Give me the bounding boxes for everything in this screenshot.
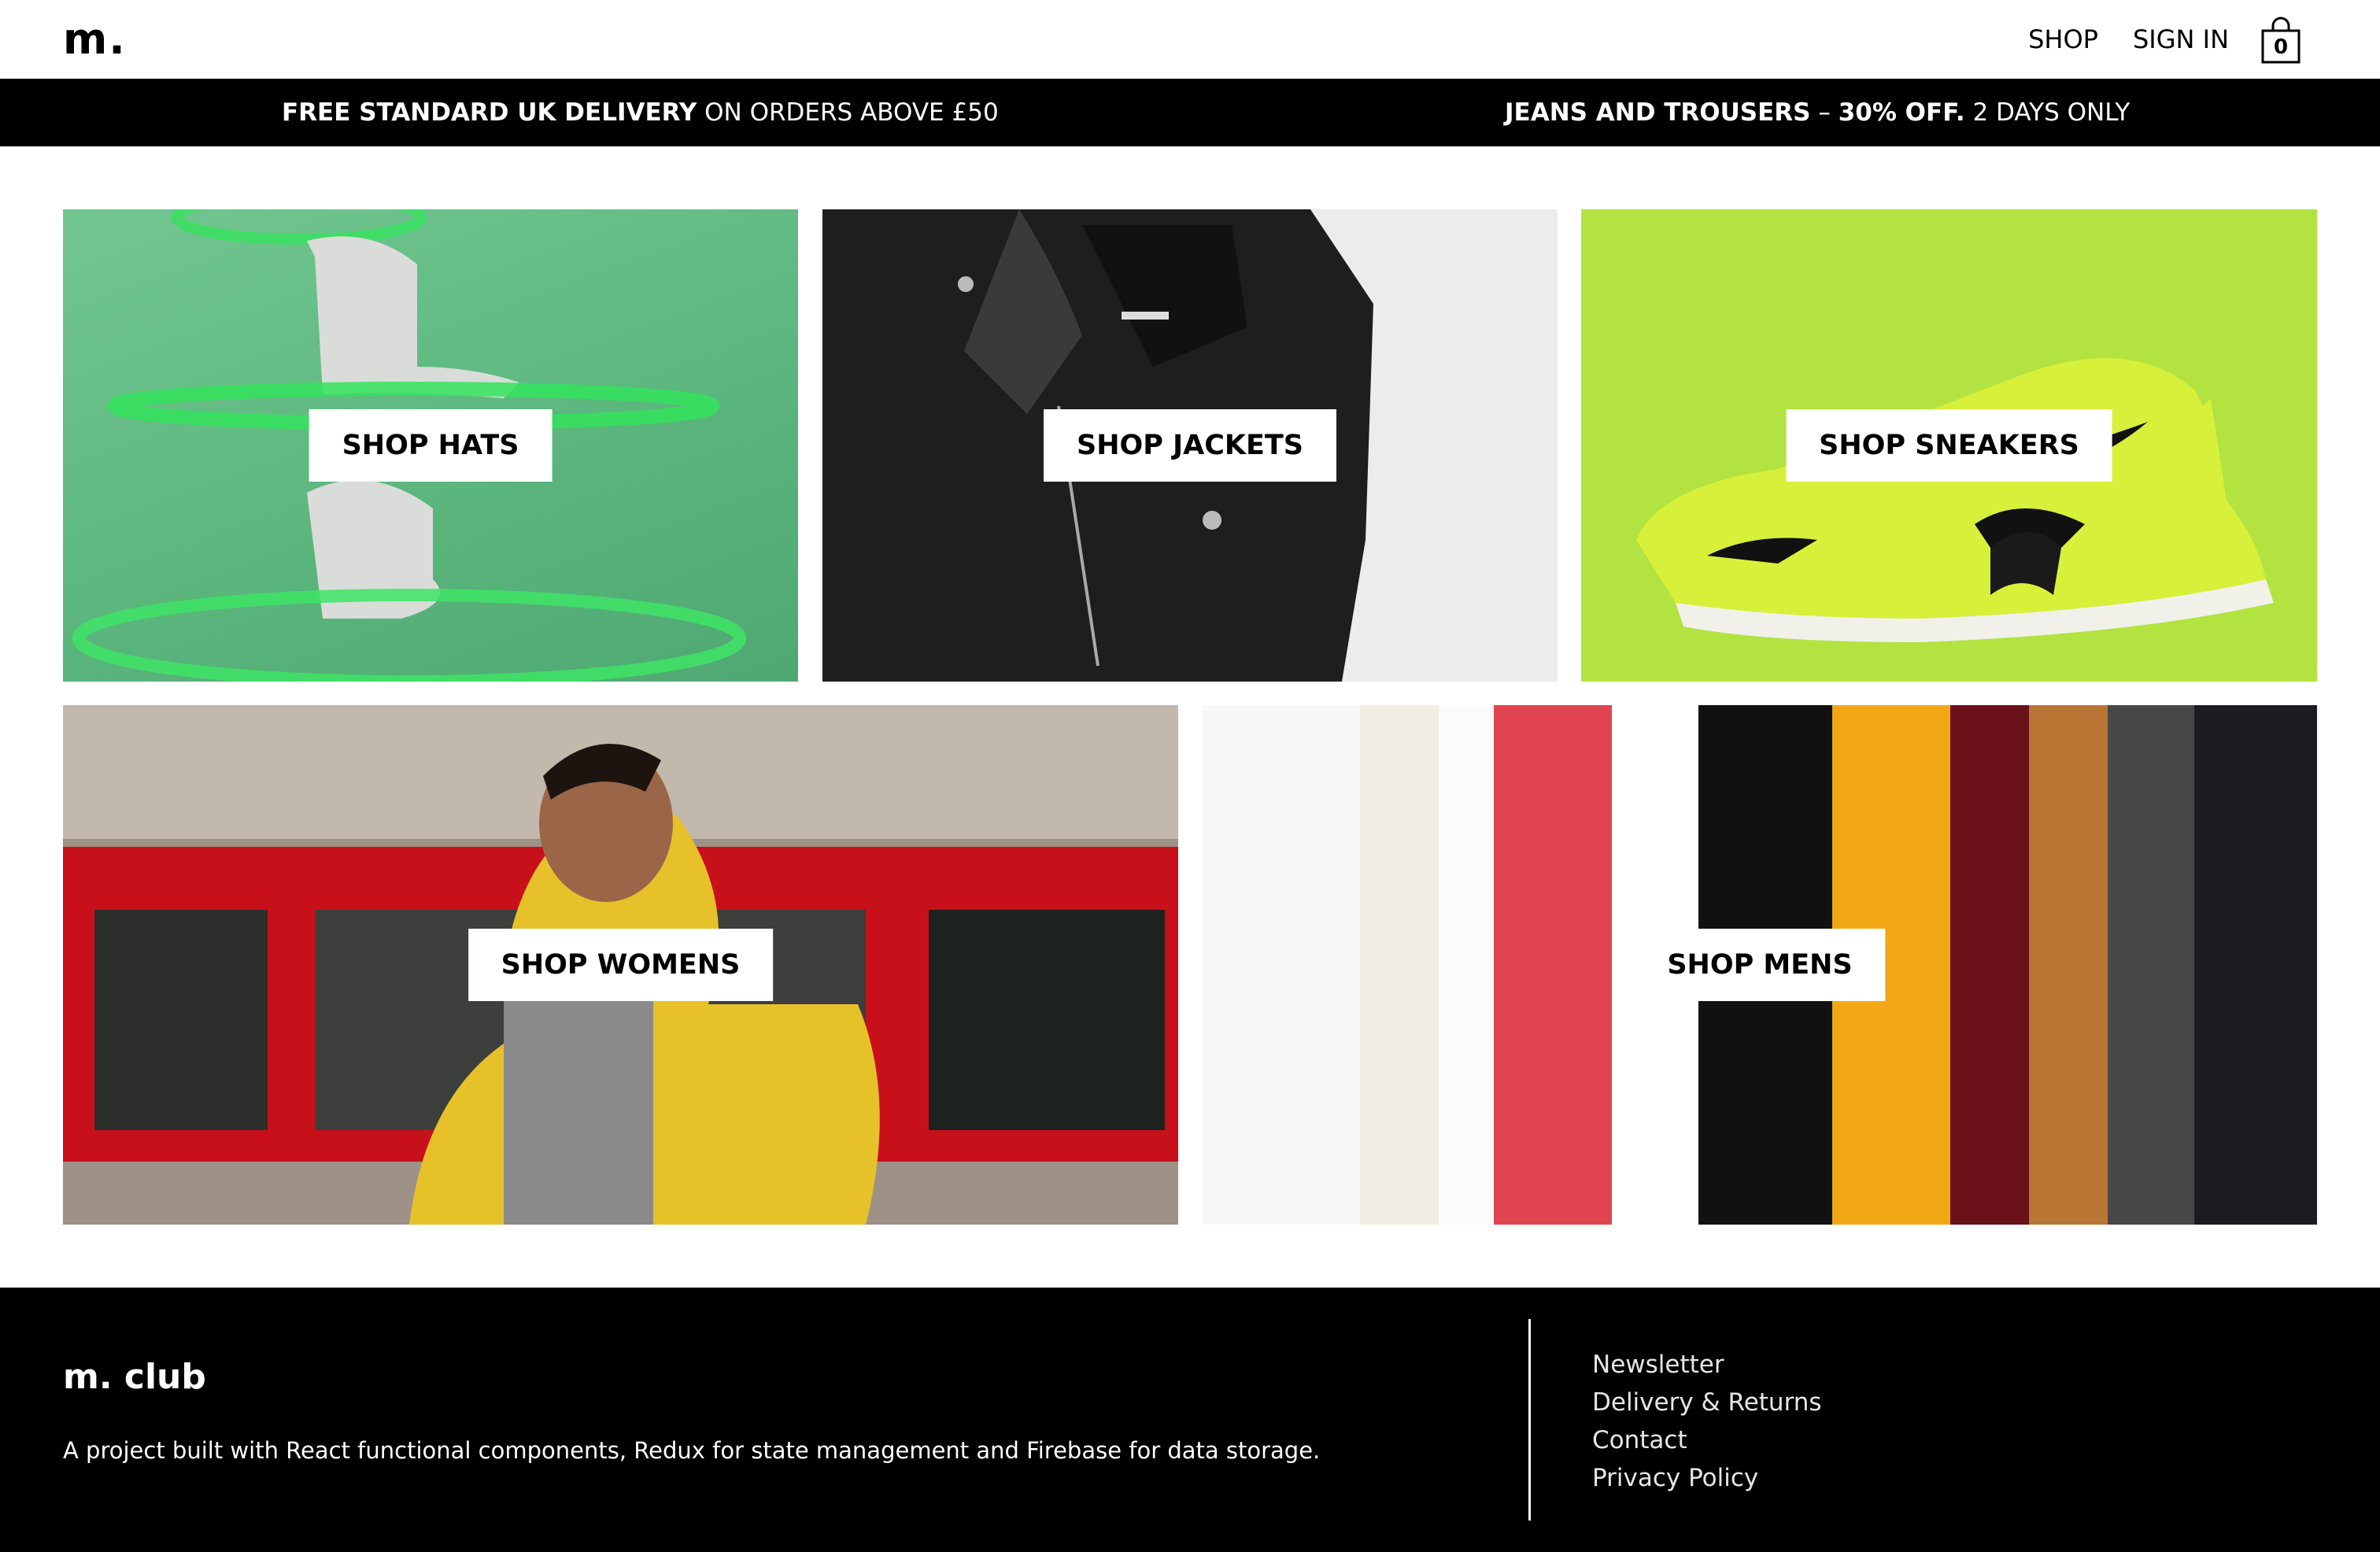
category-tile-sneakers[interactable]: SHOP SNEAKERS	[1581, 209, 2317, 682]
shop-hats-button[interactable]: SHOP HATS	[309, 409, 552, 482]
shop-womens-button[interactable]: SHOP WOMENS	[468, 929, 774, 1001]
nav-shop-link[interactable]: SHOP	[2028, 24, 2098, 54]
footer-link-contact[interactable]: Contact	[1592, 1421, 1822, 1459]
shop-jackets-button[interactable]: SHOP JACKETS	[1044, 409, 1336, 482]
promo-delivery-bold: FREE STANDARD UK DELIVERY	[282, 98, 697, 127]
footer-link-privacy-policy[interactable]: Privacy Policy	[1592, 1459, 1822, 1497]
shop-sneakers-button[interactable]: SHOP SNEAKERS	[1786, 409, 2112, 482]
promo-sale-text: 2 DAYS ONLY	[1972, 98, 2131, 127]
promo-sale-bold-1: JEANS AND TROUSERS	[1505, 98, 1811, 127]
site-header: m. SHOP SIGN IN 0	[0, 0, 2380, 79]
promo-delivery: FREE STANDARD UK DELIVERY ON ORDERS ABOV…	[282, 79, 999, 146]
site-logo[interactable]: m.	[63, 8, 127, 71]
cart-count: 0	[2273, 35, 2289, 59]
category-tile-womens[interactable]: SHOP WOMENS	[63, 705, 1178, 1225]
promo-sale-dash: –	[1818, 98, 1831, 127]
nav-sign-in-link[interactable]: SIGN IN	[2133, 24, 2229, 54]
category-tile-jackets[interactable]: SHOP JACKETS	[822, 209, 1558, 682]
promo-sale: JEANS AND TROUSERS – 30% OFF. 2 DAYS ONL…	[1505, 79, 2130, 146]
shop-mens-button[interactable]: SHOP MENS	[1634, 929, 1886, 1001]
footer-link-newsletter[interactable]: Newsletter	[1592, 1346, 1822, 1384]
promo-sale-bold-2: 30% OFF.	[1838, 98, 1965, 127]
site-footer: m. club A project built with React funct…	[0, 1288, 2380, 1552]
footer-title: m. club	[63, 1357, 206, 1397]
promo-delivery-text: ON ORDERS ABOVE £50	[704, 98, 999, 127]
top-nav: SHOP SIGN IN 0	[1994, 0, 2301, 79]
footer-links: Newsletter Delivery & Returns Contact Pr…	[1592, 1346, 1822, 1497]
footer-description: A project built with React functional co…	[63, 1437, 1321, 1464]
footer-divider	[1528, 1319, 1531, 1521]
cart-button[interactable]: 0	[2260, 15, 2301, 64]
promo-bar: FREE STANDARD UK DELIVERY ON ORDERS ABOV…	[0, 79, 2380, 146]
footer-link-delivery-returns[interactable]: Delivery & Returns	[1592, 1384, 1822, 1421]
category-tile-hats[interactable]: SHOP HATS	[63, 209, 798, 682]
category-tile-mens[interactable]: SHOP MENS	[1203, 705, 2317, 1225]
